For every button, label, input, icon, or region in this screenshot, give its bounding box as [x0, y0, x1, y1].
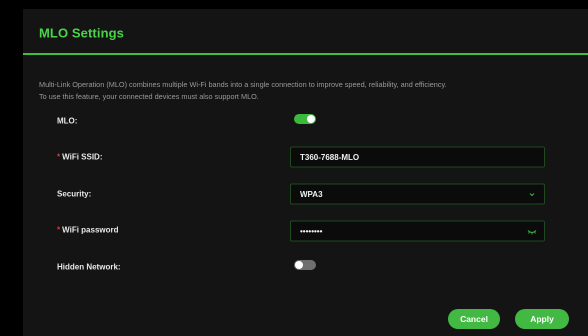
required-mark: *: [57, 152, 61, 162]
wifi-password-value: ••••••••: [300, 226, 323, 236]
description: Multi-Link Operation (MLO) combines mult…: [39, 79, 584, 103]
chevron-down-icon: [529, 192, 535, 196]
mlo-toggle[interactable]: [294, 114, 316, 124]
wifi-ssid-label-text: WiFi SSID:: [62, 152, 103, 162]
apply-button[interactable]: Apply: [515, 309, 569, 329]
security-select[interactable]: WPA3: [290, 183, 545, 205]
security-label: Security:: [57, 189, 92, 199]
wifi-ssid-input[interactable]: T360-7688-MLO: [290, 146, 545, 168]
wifi-password-label-text: WiFi password: [62, 225, 119, 235]
security-value: WPA3: [300, 189, 323, 199]
wifi-password-input[interactable]: ••••••••: [290, 220, 545, 242]
title-divider: [23, 53, 588, 55]
wifi-ssid-value: T360-7688-MLO: [300, 152, 360, 162]
wifi-password-label: * WiFi password: [57, 226, 119, 235]
wifi-ssid-label: * WiFi SSID:: [57, 153, 103, 162]
cancel-button[interactable]: Cancel: [448, 309, 500, 329]
hidden-network-toggle[interactable]: [294, 260, 316, 270]
panel-title: MLO Settings: [39, 25, 124, 41]
required-mark: *: [57, 225, 61, 235]
toggle-knob: [295, 261, 303, 269]
hidden-network-label: Hidden Network:: [57, 262, 121, 272]
toggle-knob: [307, 115, 315, 123]
mlo-settings-panel: MLO Settings Multi-Link Operation (MLO) …: [23, 9, 588, 336]
eye-closed-icon[interactable]: [527, 227, 537, 235]
mlo-label: MLO:: [57, 116, 78, 126]
description-line-1: Multi-Link Operation (MLO) combines mult…: [39, 80, 447, 89]
description-line-2: To use this feature, your connected devi…: [39, 92, 259, 101]
